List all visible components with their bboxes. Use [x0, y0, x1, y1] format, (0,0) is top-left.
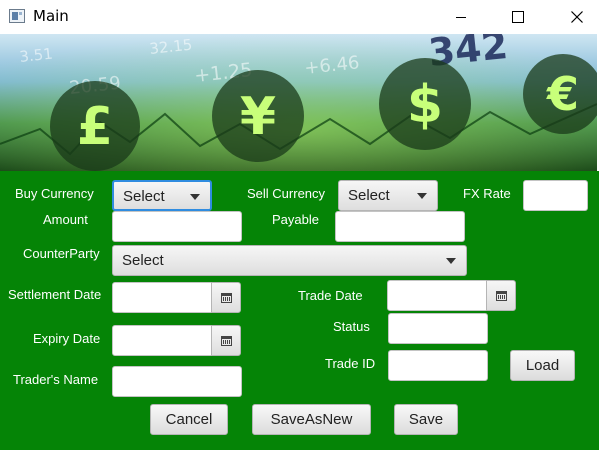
close-icon: [571, 11, 583, 23]
close-button[interactable]: [554, 0, 600, 34]
expiry-date-calendar-button[interactable]: [211, 325, 241, 356]
payable-label: Payable: [272, 212, 319, 227]
fx-rate-label: FX Rate: [463, 186, 511, 201]
title-bar: Main: [0, 0, 606, 34]
chevron-down-icon: [417, 193, 427, 199]
counterparty-label: CounterParty: [23, 246, 100, 261]
settlement-date-input[interactable]: [112, 282, 212, 313]
expiry-date-input[interactable]: [112, 325, 212, 356]
maximize-button[interactable]: [495, 0, 541, 34]
chevron-down-icon: [190, 194, 200, 200]
counterparty-value: Select: [122, 252, 164, 269]
expiry-date-picker: [112, 325, 242, 356]
trade-date-label: Trade Date: [298, 288, 363, 303]
sell-currency-label: Sell Currency: [247, 186, 326, 201]
window-app-icon: [9, 9, 25, 23]
sell-currency-select[interactable]: Select: [338, 180, 438, 211]
cancel-button[interactable]: Cancel: [150, 404, 228, 435]
trade-date-calendar-button[interactable]: [486, 280, 516, 311]
minimize-button[interactable]: [438, 0, 484, 34]
window-right-edge: [599, 34, 606, 450]
currency-banner-image: 20.59 +1.25 +6.46 342 3.51 32.15 £ ¥ $ €: [0, 34, 597, 171]
status-input[interactable]: [388, 313, 488, 344]
sell-currency-value: Select: [348, 187, 390, 204]
traders-name-label: Trader's Name: [13, 372, 99, 387]
banner-number-5: 3.51: [19, 45, 54, 66]
maximize-icon: [512, 11, 524, 23]
trade-form: Buy Currency Select Sell Currency Select…: [0, 171, 599, 450]
amount-label: Amount: [43, 212, 88, 227]
trade-date-picker: [387, 280, 517, 311]
trade-id-input[interactable]: [388, 350, 488, 381]
amount-input[interactable]: [112, 211, 242, 242]
buy-currency-value: Select: [123, 188, 165, 205]
expiry-date-label: Expiry Date: [33, 331, 101, 346]
settlement-date-calendar-button[interactable]: [211, 282, 241, 313]
load-button[interactable]: Load: [510, 350, 575, 381]
status-label: Status: [333, 319, 370, 334]
trade-date-input[interactable]: [387, 280, 487, 311]
yen-symbol-icon: ¥: [240, 87, 276, 147]
save-as-new-button[interactable]: SaveAsNew: [252, 404, 371, 435]
main-window: Main +1.25 +6.46 342 3.51 32.15 £ ¥ $ € …: [0, 0, 606, 450]
counterparty-select[interactable]: Select: [112, 245, 467, 276]
fx-rate-input[interactable]: [523, 180, 588, 211]
trade-id-label: Trade ID: [325, 356, 376, 371]
buy-currency-label: Buy Currency: [15, 186, 94, 201]
dollar-symbol-icon: $: [407, 75, 443, 135]
save-button[interactable]: Save: [394, 404, 458, 435]
calendar-icon: [220, 335, 232, 346]
window-title: Main: [33, 7, 69, 25]
calendar-icon: [220, 292, 232, 303]
settlement-date-label: Settlement Date: [8, 287, 102, 302]
chevron-down-icon: [446, 258, 456, 264]
calendar-icon: [495, 290, 507, 301]
euro-symbol-icon: €: [546, 67, 579, 121]
payable-input[interactable]: [335, 211, 465, 242]
minimize-icon: [456, 17, 466, 18]
traders-name-input[interactable]: [112, 366, 242, 397]
settlement-date-picker: [112, 282, 242, 313]
buy-currency-select[interactable]: Select: [112, 180, 212, 211]
pound-symbol-icon: £: [77, 97, 113, 157]
